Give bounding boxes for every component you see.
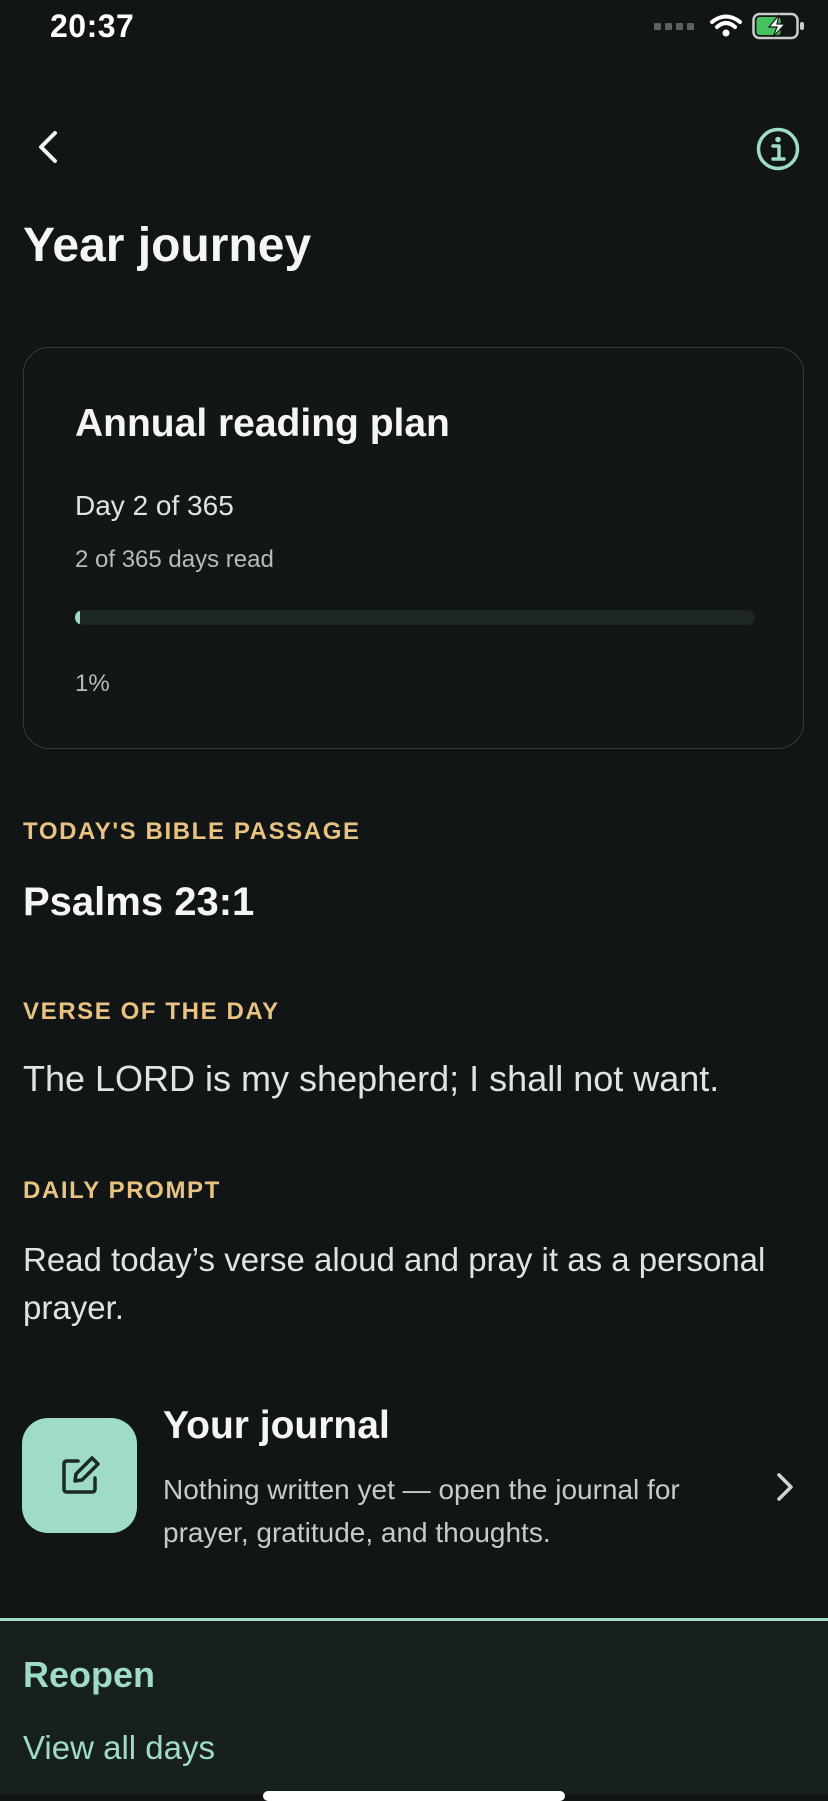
- progress-percent: 1%: [75, 670, 110, 697]
- status-bar: 20:37: [0, 0, 828, 56]
- verse-label: VERSE OF THE DAY: [23, 998, 280, 1025]
- progress-bar: [75, 610, 755, 625]
- view-all-days-link[interactable]: View all days: [23, 1729, 215, 1767]
- chevron-right-icon: [777, 1473, 793, 1501]
- passage-reference: Psalms 23:1: [23, 880, 255, 924]
- reopen-panel: Reopen View all days: [0, 1618, 828, 1801]
- journal-link[interactable]: Your journal Nothing written yet — open …: [22, 1400, 812, 1560]
- daily-prompt-text: Read today’s verse aloud and pray it as …: [23, 1241, 766, 1326]
- journal-icon-box: [22, 1418, 137, 1533]
- passage-label: TODAY'S BIBLE PASSAGE: [23, 818, 361, 845]
- status-icons: [654, 12, 806, 40]
- edit-icon: [61, 1455, 100, 1494]
- status-time: 20:37: [50, 8, 135, 44]
- prompt-label: DAILY PROMPT: [23, 1177, 221, 1204]
- verse-text: The LORD is my shepherd; I shall not wan…: [23, 1058, 720, 1099]
- signal-icon: [654, 22, 694, 30]
- battery-charging-icon: [752, 12, 804, 40]
- info-icon: [756, 127, 800, 171]
- plan-day-label: Day 2 of 365: [75, 490, 234, 521]
- journal-title: Your journal: [163, 1404, 390, 1447]
- journal-description: Nothing written yet — open the journal f…: [163, 1474, 680, 1548]
- page-title: Year journey: [23, 219, 312, 272]
- wifi-icon: [710, 14, 742, 37]
- back-button[interactable]: [28, 124, 68, 170]
- plan-title: Annual reading plan: [75, 402, 450, 445]
- progress-fill: [75, 610, 80, 625]
- reading-plan-card: Annual reading plan Day 2 of 365 2 of 36…: [23, 347, 804, 749]
- plan-days-read: 2 of 365 days read: [75, 546, 274, 573]
- home-indicator[interactable]: [263, 1791, 565, 1801]
- chevron-left-icon: [39, 131, 57, 163]
- info-button[interactable]: [755, 126, 801, 172]
- reopen-title: Reopen: [23, 1654, 156, 1695]
